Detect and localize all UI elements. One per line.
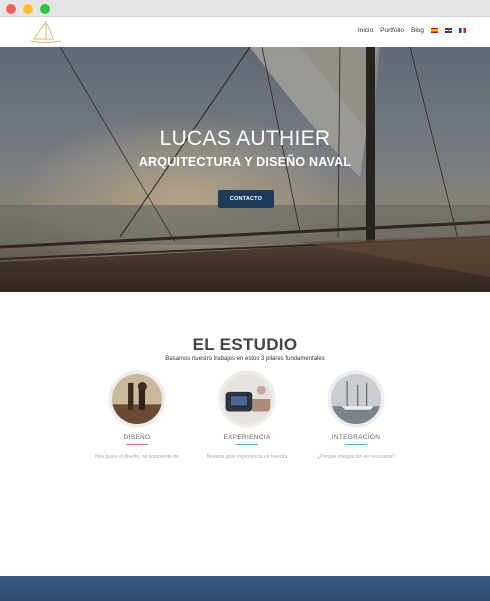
pillar-divider xyxy=(345,444,367,445)
diseno-photo xyxy=(109,371,165,427)
nav-link-portfolio[interactable]: Portfolio xyxy=(380,27,404,34)
next-section-band xyxy=(0,576,490,601)
pillar-divider xyxy=(236,444,258,445)
french-flag-icon[interactable] xyxy=(459,28,466,33)
pillar-text: Nos gusta el diseño, no solamente de xyxy=(95,454,179,459)
pillar-experiencia: EXPERIENCIA Nuestra gran experiencia es … xyxy=(192,371,302,459)
site-header: Inicio Portfolio Blog xyxy=(0,17,490,47)
browser-titlebar xyxy=(0,0,490,17)
pillar-label: DISEÑO xyxy=(123,434,151,441)
maximize-window-button[interactable] xyxy=(40,4,50,14)
pillar-text: Nuestra gran experiencia es nuestra xyxy=(206,454,288,459)
sailboat-deck-photo xyxy=(0,47,490,292)
experiencia-photo xyxy=(219,371,275,427)
spanish-flag-icon[interactable] xyxy=(431,28,438,33)
section-title: EL ESTUDIO xyxy=(192,335,298,354)
hero-title: LUCAS AUTHIER xyxy=(159,127,331,150)
pillar-text: ¿Porque integración es necesaria? xyxy=(317,454,395,459)
pillar-diseno: DISEÑO Nos gusta el diseño, no solamente… xyxy=(82,371,192,459)
english-flag-icon[interactable] xyxy=(445,28,452,33)
integracion-photo xyxy=(328,371,384,427)
nav-link-blog[interactable]: Blog xyxy=(411,27,424,34)
hero-section: LUCAS AUTHIER ARQUITECTURA Y DISEÑO NAVA… xyxy=(0,47,490,292)
close-window-button[interactable] xyxy=(6,4,16,14)
contact-button[interactable]: CONTACTO xyxy=(218,190,274,208)
sailboat-logo-icon[interactable] xyxy=(26,19,64,45)
pillar-integracion: INTEGRACIÓN ¿Porque integración es neces… xyxy=(301,371,411,459)
hero-subtitle: ARQUITECTURA Y DISEÑO NAVAL xyxy=(138,155,352,169)
main-nav: Inicio Portfolio Blog xyxy=(351,27,466,34)
pillar-label: EXPERIENCIA xyxy=(223,434,271,441)
nav-link-inicio[interactable]: Inicio xyxy=(358,27,373,34)
minimize-window-button[interactable] xyxy=(23,4,33,14)
pillar-divider xyxy=(126,444,148,445)
section-subtitle: Basamos nuestro trabajos en estos 3 pila… xyxy=(165,356,325,362)
pillar-label: INTEGRACIÓN xyxy=(331,434,381,441)
